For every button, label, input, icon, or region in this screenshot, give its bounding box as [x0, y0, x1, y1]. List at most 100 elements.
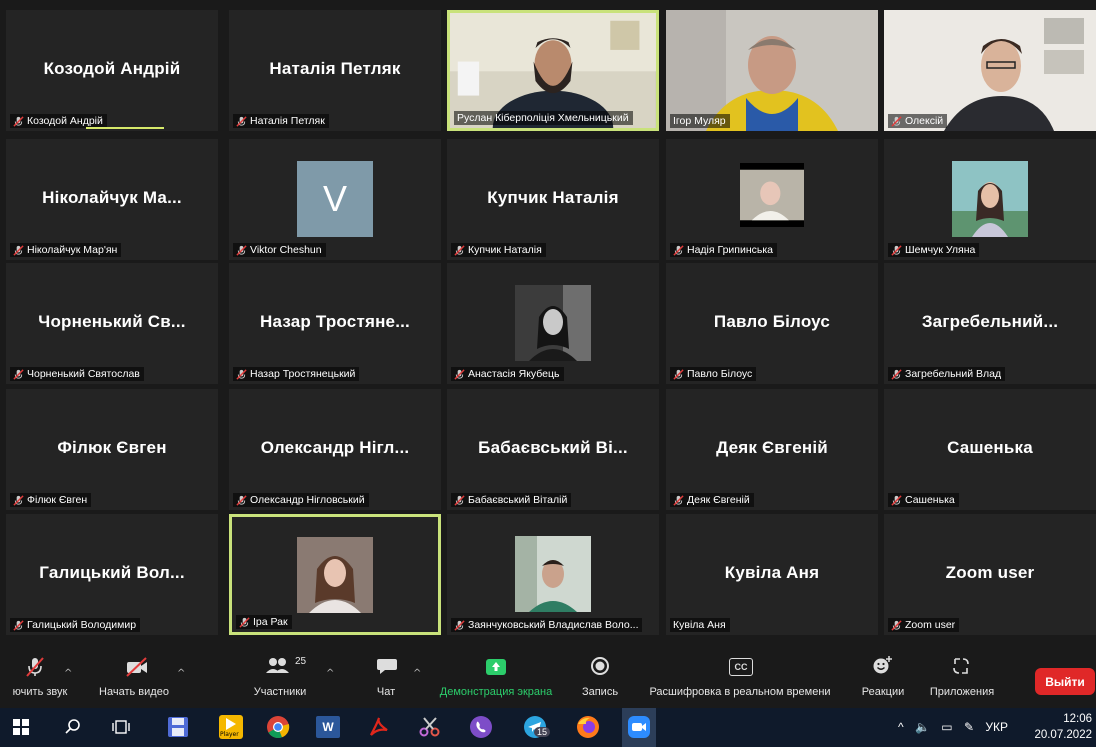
speaking-indicator: [86, 127, 164, 129]
participant-name-label: Сашенька: [888, 493, 959, 507]
taskbar-chrome-app[interactable]: [265, 714, 291, 740]
participant-tile[interactable]: Загребельний... Загребельний Влад: [884, 263, 1096, 384]
chat-options-caret[interactable]: ^: [413, 668, 421, 679]
taskbar-telegram-app[interactable]: 15: [522, 714, 551, 740]
participant-name-label: Купчик Наталія: [451, 243, 546, 257]
player-icon: Player: [219, 715, 243, 739]
network-icon[interactable]: ▭: [941, 720, 952, 734]
audio-options-caret[interactable]: ^: [64, 668, 72, 679]
video-off-icon: [126, 657, 147, 677]
language-indicator[interactable]: УКР: [985, 720, 1008, 734]
taskbar-snipping-app[interactable]: [417, 714, 443, 740]
participant-name-label: Козодой Андрій: [10, 114, 107, 128]
participant-tile[interactable]: Шемчук Уляна: [884, 139, 1096, 260]
taskbar-word-app[interactable]: W: [315, 714, 341, 740]
start-button[interactable]: [8, 714, 34, 740]
participant-tile[interactable]: Деяк Євгеній Деяк Євгеній: [666, 389, 878, 510]
taskbar-pdf-app[interactable]: [366, 714, 392, 740]
participant-video: [884, 10, 1096, 131]
participant-tile[interactable]: Наталія Петляк Наталія Петляк: [229, 10, 441, 131]
participant-tile[interactable]: Кувіла Аня Кувіла Аня: [666, 514, 878, 635]
mic-muted-icon: [891, 115, 902, 127]
system-tray: ^ 🔈 ▭ ✎ УКР: [898, 720, 1008, 734]
participant-name: Бабаєвський Віталій: [468, 494, 568, 506]
video-options-caret[interactable]: ^: [177, 668, 185, 679]
taskbar-zoom-app[interactable]: [622, 708, 656, 747]
participant-tile[interactable]: Заянчуковський Владислав Воло...: [447, 514, 659, 635]
participant-tile[interactable]: Анастасія Якубець: [447, 263, 659, 384]
taskbar-player-app[interactable]: Player: [218, 714, 244, 740]
mic-muted-icon: [26, 657, 44, 677]
participant-tile[interactable]: Купчик Наталія Купчик Наталія: [447, 139, 659, 260]
mic-muted-icon: [13, 368, 24, 380]
mic-muted-icon: [13, 494, 24, 506]
participant-tile[interactable]: Філюк Євген Філюк Євген: [6, 389, 218, 510]
participant-tile[interactable]: Надія Грипинська: [666, 139, 878, 260]
apps-label: Приложения: [929, 686, 995, 698]
task-view-button[interactable]: [108, 714, 134, 740]
participant-name-label: Viktor Cheshun: [233, 243, 326, 257]
taskbar-viber-app[interactable]: [468, 714, 494, 740]
word-icon: W: [316, 716, 340, 738]
participant-name-label: Павло Білоус: [670, 367, 757, 381]
participant-tile[interactable]: Zoom user Zoom user: [884, 514, 1096, 635]
participant-tile[interactable]: Сашенька Сашенька: [884, 389, 1096, 510]
participant-tile[interactable]: Назар Тростяне... Назар Тростянецький: [229, 263, 441, 384]
mic-muted-icon: [236, 368, 247, 380]
volume-icon[interactable]: 🔈: [915, 720, 930, 734]
cc-icon: CC: [729, 658, 753, 676]
participant-tile[interactable]: Галицький Вол... Галицький Володимир: [6, 514, 218, 635]
meeting-toolbar: ючить звук ^ Начать видео ^ 25 Участники…: [0, 640, 1096, 708]
participant-tile[interactable]: Павло Білоус Павло Білоус: [666, 263, 878, 384]
participant-display-name: Наталія Петляк: [269, 58, 401, 78]
participants-count: 25: [295, 656, 307, 667]
mic-muted-icon: [673, 494, 684, 506]
chat-icon: [377, 659, 397, 674]
participant-display-name: Бабаєвський Ві...: [478, 437, 628, 457]
participant-name: Назар Тростянецький: [250, 368, 356, 380]
participants-options-caret[interactable]: ^: [326, 668, 334, 679]
participant-tile[interactable]: Ігор Муляр: [666, 10, 878, 131]
tray-overflow-icon[interactable]: ^: [898, 720, 904, 734]
participant-tile[interactable]: Ніколайчук Ма... Ніколайчук Мар'ян: [6, 139, 218, 260]
participant-name-label: Надія Грипинська: [670, 243, 778, 257]
mic-muted-icon: [454, 368, 465, 380]
participant-tile[interactable]: Руслан Кіберполіція Хмельницький: [447, 10, 659, 131]
participant-display-name: Zoom user: [945, 562, 1035, 582]
participant-name-label: Загребельний Влад: [888, 367, 1006, 381]
taskbar-firefox-app[interactable]: [575, 714, 601, 740]
participant-display-name: Козодой Андрій: [43, 58, 181, 78]
participant-name: Zoom user: [905, 619, 956, 631]
windows-logo-icon: [13, 719, 29, 735]
participant-name: Кувіла Аня: [673, 619, 726, 631]
task-view-icon: [112, 720, 130, 734]
search-button[interactable]: [60, 714, 86, 740]
participant-name-label: Руслан Кіберполіція Хмельницький: [454, 111, 633, 125]
participant-tile[interactable]: Олексій: [884, 10, 1096, 131]
participant-tile[interactable]: V Viktor Cheshun: [229, 139, 441, 260]
participant-name: Ніколайчук Мар'ян: [27, 244, 118, 256]
participant-tile[interactable]: Бабаєвський Ві... Бабаєвський Віталій: [447, 389, 659, 510]
taskbar-clock[interactable]: 12:06 20.07.2022: [1034, 711, 1092, 743]
scissors-icon: [419, 717, 440, 737]
pen-icon[interactable]: ✎: [964, 720, 974, 734]
participant-name: Анастасія Якубець: [468, 368, 560, 380]
participant-tile[interactable]: Іра Рак: [229, 514, 441, 635]
mic-muted-icon: [239, 616, 250, 628]
participant-name-label: Назар Тростянецький: [233, 367, 360, 381]
participant-name: Галицький Володимир: [27, 619, 137, 631]
mic-muted-icon: [891, 368, 902, 380]
taskbar-save-app[interactable]: [165, 714, 191, 740]
participant-display-name: Кувіла Аня: [724, 562, 820, 582]
participant-tile[interactable]: Олександр Нігл... Олександр Нігловський: [229, 389, 441, 510]
participant-video: [666, 10, 878, 131]
participant-name-label: Наталія Петляк: [233, 114, 329, 128]
unmute-label: ючить звук: [12, 686, 68, 698]
participant-tile[interactable]: Чорненький Св... Чорненький Святослав: [6, 263, 218, 384]
participant-tile[interactable]: Козодой Андрій Козодой Андрій: [6, 10, 218, 131]
gallery-grid: Козодой Андрій Козодой Андрій Наталія Петл…: [0, 0, 1096, 640]
participant-name-label: Філюк Євген: [10, 493, 92, 507]
participant-name-label: Іра Рак: [236, 615, 292, 629]
participant-name: Деяк Євгеній: [687, 494, 750, 506]
leave-button[interactable]: Выйти: [1035, 668, 1095, 695]
